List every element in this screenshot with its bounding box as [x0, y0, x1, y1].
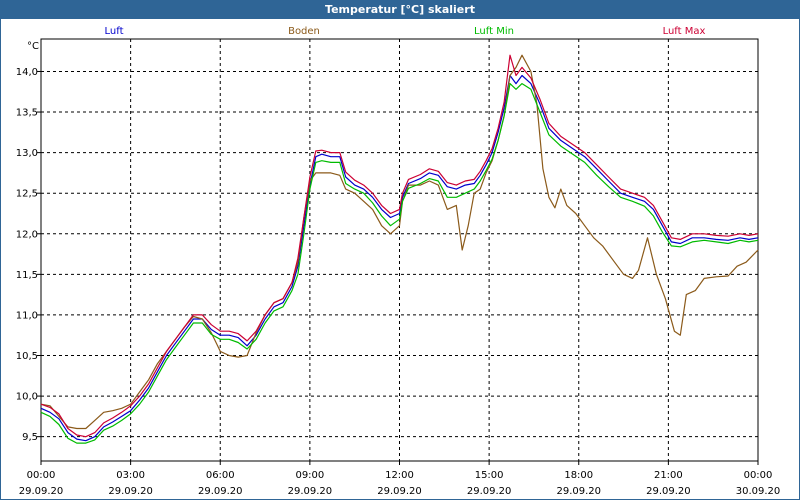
y-axis: 9,5 10,0 10,5 11,0 11,5 12,0 12,5 13,0 13,5 14,0 [16, 67, 41, 443]
y-tick-label: 13,0 [16, 148, 38, 159]
y-tick-label: 11,5 [16, 270, 38, 281]
y-tick-label: 11,0 [16, 310, 38, 321]
legend-entry: Boden [288, 26, 320, 37]
x-tick-date-label: 29.09.20 [556, 486, 601, 497]
x-tick-time-label: 06:00 [206, 470, 235, 481]
y-tick-label: 10,0 [16, 392, 38, 403]
x-tick-date-label: 29.09.20 [288, 486, 333, 497]
x-tick-time-label: 03:00 [116, 470, 145, 481]
legend-entry: Luft Min [474, 26, 514, 37]
x-tick-time-label: 21:00 [654, 470, 683, 481]
x-tick-date-label: 29.09.20 [108, 486, 153, 497]
y-tick-label: 13,5 [16, 108, 38, 119]
y-tick-label: 14,0 [16, 67, 38, 78]
x-tick-date-label: 29.09.20 [467, 486, 512, 497]
line-chart: 9,510,010,511,011,512,012,513,013,514,0 … [16, 26, 781, 497]
x-tick-date-label: 29.09.20 [377, 486, 422, 497]
legend-entry: Luft Max [663, 26, 706, 37]
y-tick-label: 12,0 [16, 229, 38, 240]
x-tick-time-label: 09:00 [295, 470, 324, 481]
x-tick-time-label: 12:00 [385, 470, 414, 481]
x-tick-time-label: 00:00 [744, 470, 773, 481]
y-tick-label: 9,5 [22, 432, 38, 443]
x-axis: 00:00 29.09.20 03:00 29.09.20 06:00 29.09.20 0… [19, 461, 781, 497]
legend-entry: Luft [105, 26, 124, 37]
x-tick-date-label: 29.09.20 [198, 486, 243, 497]
legend: Luft Boden Luft Min Luft Max [105, 26, 706, 37]
chart-window: Temperatur [°C] skaliert 9,5 10,0 10,5 11,0… [0, 0, 800, 500]
x-tick-time-label: 15:00 [475, 470, 504, 481]
x-tick-date-label: 29.09.20 [646, 486, 691, 497]
x-tick-date-label: 29.09.20 [19, 486, 64, 497]
x-tick-date-label: 30.09.20 [736, 486, 781, 497]
y-tick-label: 10,5 [16, 351, 38, 362]
x-tick-time-label: 18:00 [564, 470, 593, 481]
x-tick-time-label: 00:00 [27, 470, 56, 481]
y-axis-label: °C [27, 41, 39, 52]
y-tick-label: 12,5 [16, 189, 38, 200]
